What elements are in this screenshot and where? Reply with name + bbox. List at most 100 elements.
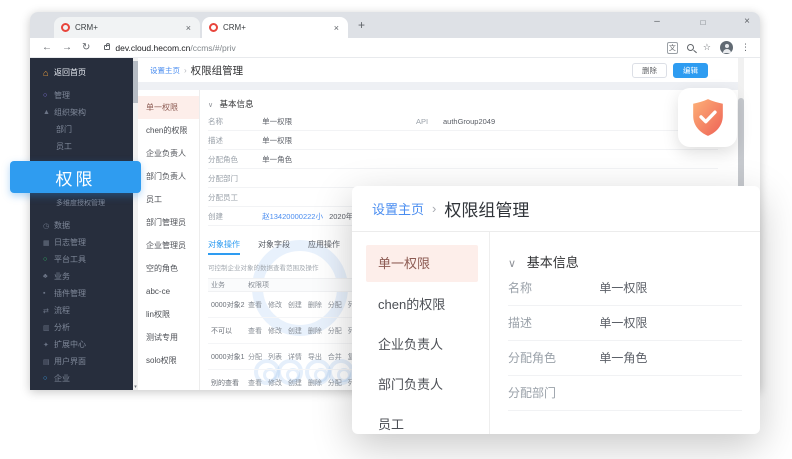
group-item[interactable]: 空的角色 [138, 257, 199, 280]
sidebar-item-label: 企业 [54, 373, 70, 384]
field-row: 描述 单一权限 [508, 306, 742, 341]
group-item[interactable]: chen的权限 [366, 285, 478, 325]
sidebar-item-flow[interactable]: ⇄ 流程 [30, 302, 133, 319]
field-label: 分配角色 [208, 150, 260, 169]
reload-icon[interactable]: ↻ [82, 42, 90, 53]
biz-cell: 别的查看 [208, 378, 248, 388]
address-bar[interactable]: dev.cloud.hecom.cn/ccms/#/priv [115, 43, 235, 53]
breadcrumb-home-link[interactable]: 设置主页 [372, 199, 424, 218]
sidebar-item-home[interactable]: ⌂ 返回首页 [30, 64, 133, 81]
field-label: 分配角色 [508, 341, 596, 376]
biz-cell: 不可以 [208, 326, 248, 336]
translate-icon[interactable]: 文 [667, 42, 678, 54]
basic-info-section-header[interactable]: ∨ 基本信息 [208, 98, 718, 112]
group-item[interactable]: lin权限 [138, 303, 199, 326]
sidebar-item-label: 员工 [56, 141, 72, 152]
plugin-icon: ▪ [43, 290, 54, 297]
group-item[interactable]: 企业负责人 [366, 325, 478, 365]
browser-toolbar: ← → ↻ dev.cloud.hecom.cn/ccms/#/priv 文 ☆… [30, 38, 760, 58]
tab-close-icon[interactable]: × [332, 23, 341, 33]
sidebar-item-ui[interactable]: ▤ 用户界面 [30, 353, 133, 370]
sidebar-item-business[interactable]: ♣ 业务 [30, 268, 133, 285]
extension-icon: ✦ [43, 341, 54, 349]
field-row: 分配角色 单一角色 [508, 341, 742, 376]
sidebar-item-label: 平台工具 [54, 254, 86, 265]
field-label: 分配员工 [208, 188, 260, 207]
group-item[interactable]: chen的权限 [138, 119, 199, 142]
overlay-body: 单一权限 chen的权限 企业负责人 部门负责人 员工 ∨ 基本信息 名称 单一… [352, 232, 760, 434]
field-label: 描述 [508, 306, 596, 341]
sidebar-item-label: 日志管理 [54, 237, 86, 248]
delete-button[interactable]: 删除 [632, 63, 667, 78]
group-item[interactable]: abc-ce [138, 280, 199, 303]
zoom-overlay-card: 设置主页 › 权限组管理 单一权限 chen的权限 企业负责人 部门负责人 员工… [352, 186, 760, 434]
sidebar-item-platform-tools[interactable]: ○ 平台工具 [30, 251, 133, 268]
field-value: 单一角色 [599, 351, 647, 365]
forward-icon[interactable]: → [62, 42, 72, 53]
field-label: 描述 [208, 131, 260, 150]
sidebar-item-org[interactable]: ▲ 组织架构 [30, 104, 133, 121]
group-item[interactable]: 员工 [138, 188, 199, 211]
ui-icon: ▤ [43, 358, 54, 366]
sidebar-item-label: 管理 [54, 90, 70, 101]
sidebar-item-enterprise[interactable]: ○ 企业 [30, 370, 133, 387]
search-zoom-icon[interactable] [687, 44, 694, 51]
group-item[interactable]: 员工 [366, 405, 478, 434]
sidebar-item-log[interactable]: ▦ 日志管理 [30, 234, 133, 251]
tab-object-fields[interactable]: 对象字段 [258, 239, 290, 255]
basic-info-section-header[interactable]: ∨ 基本信息 [508, 252, 742, 271]
sidebar-item-dept[interactable]: 部门 [30, 121, 133, 138]
field-row: 名称 单一权限 [508, 271, 742, 306]
browser-tab-1[interactable]: CRM+ × [54, 17, 200, 38]
sidebar-item-label: 业务 [54, 271, 70, 282]
screenshot-canvas: CRM+ × CRM+ × + – □ × ← → ↻ dev.cloud.he… [0, 0, 792, 459]
overlay-breadcrumb: 设置主页 › 权限组管理 [352, 186, 760, 232]
breadcrumb-home-link[interactable]: 设置主页 [150, 65, 180, 76]
group-item[interactable]: solo权限 [138, 349, 199, 372]
permission-group-list: 单一权限 chen的权限 企业负责人 部门负责人 员工 部门管理员 企业管理员 … [138, 90, 200, 390]
group-item[interactable]: 单一权限 [366, 245, 478, 282]
tab-close-icon[interactable]: × [184, 23, 193, 33]
browser-tab-2[interactable]: CRM+ × [202, 17, 348, 38]
creator-link[interactable]: 赵13420000222小 [262, 212, 323, 221]
lock-icon[interactable] [104, 45, 110, 50]
edit-button[interactable]: 编辑 [673, 63, 708, 78]
field-value: 单一权限 [599, 316, 647, 330]
sidebar-item-plugins[interactable]: ▪ 插件管理 [30, 285, 133, 302]
tab-object-actions[interactable]: 对象操作 [208, 239, 240, 255]
group-item[interactable]: 部门负责人 [138, 165, 199, 188]
field-label: 名称 [508, 271, 596, 306]
sidebar-item-analysis[interactable]: ▥ 分析 [30, 319, 133, 336]
group-item[interactable]: 企业负责人 [138, 142, 199, 165]
sidebar-item-multi-dim-auth[interactable]: 多维度授权管理 [30, 194, 133, 211]
tab-app-actions[interactable]: 应用操作 [308, 239, 340, 255]
field-label: 创建 [208, 207, 260, 226]
security-badge-card [678, 88, 737, 147]
sidebar-item-staff[interactable]: 员工 [30, 138, 133, 155]
group-item[interactable]: 单一权限 [138, 96, 199, 119]
group-item[interactable]: 部门管理员 [138, 211, 199, 234]
group-item[interactable]: 企业管理员 [138, 234, 199, 257]
field-value: 单一角色 [262, 155, 292, 164]
biz-cell: 0000对象1 [208, 352, 248, 362]
sidebar-item-manage[interactable]: ○ 管理 [30, 87, 133, 104]
sidebar-item-extension-center[interactable]: ✦ 扩展中心 [30, 336, 133, 353]
business-icon: ♣ [43, 273, 54, 280]
browser-menu-icon[interactable]: ⋮ [741, 42, 750, 53]
field-value: 单一权限 [262, 136, 292, 145]
back-icon[interactable]: ← [42, 42, 52, 53]
group-item[interactable]: 部门负责人 [366, 365, 478, 405]
new-tab-button[interactable]: + [358, 18, 365, 32]
app-sidebar: ⌂ 返回首页 ○ 管理 ▲ 组织架构 部门 员工 权限 多维度授权管理 [30, 58, 133, 390]
clock-icon: ◷ [43, 222, 54, 230]
group-item[interactable]: 测试专用 [138, 326, 199, 349]
window-minimize-button[interactable]: – [650, 16, 664, 27]
breadcrumb-separator: › [184, 66, 187, 75]
sidebar-item-data[interactable]: ◷ 数据 [30, 217, 133, 234]
field-label: 分配部门 [508, 376, 596, 411]
window-close-button[interactable]: × [740, 16, 754, 27]
window-maximize-button[interactable]: □ [696, 18, 710, 27]
bookmark-star-icon[interactable]: ☆ [703, 42, 711, 53]
page-title: 权限组管理 [191, 63, 244, 78]
profile-avatar[interactable] [720, 41, 733, 54]
